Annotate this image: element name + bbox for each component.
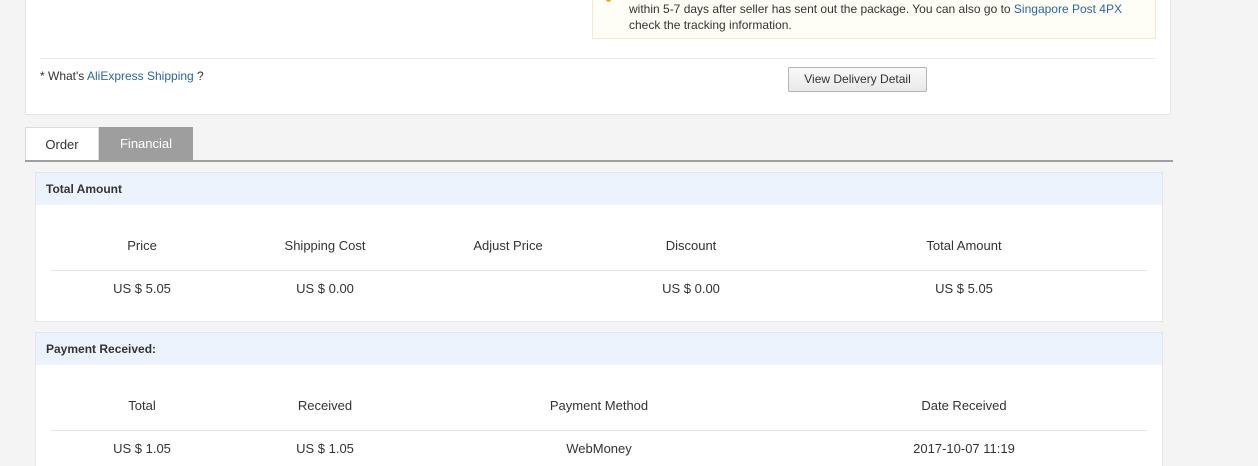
header-payment-method: Payment Method	[549, 398, 649, 413]
header-total: Total	[128, 398, 156, 413]
aliexpress-shipping-link[interactable]: AliExpress Shipping	[87, 69, 194, 83]
value-received: US $ 1.05	[296, 441, 354, 456]
value-total-amount: US $ 5.05	[935, 281, 993, 296]
value-discount: US $ 0.00	[662, 281, 720, 296]
header-price: Price	[127, 238, 157, 253]
view-delivery-detail-button[interactable]: View Delivery Detail	[788, 67, 927, 92]
tabs-underline	[25, 160, 1173, 162]
whats-suffix: ?	[193, 69, 204, 83]
payment-received-panel-title: Payment Received:	[36, 333, 1162, 365]
detail-tabs: Order Financial	[25, 127, 1173, 162]
header-date-received: Date Received	[921, 398, 1007, 413]
header-received: Received	[297, 398, 353, 413]
shipping-divider	[40, 58, 1156, 59]
value-total: US $ 1.05	[113, 441, 171, 456]
total-amount-panel: Total Amount Price Shipping Cost Adjust …	[35, 172, 1163, 322]
table-row-divider	[51, 270, 1147, 271]
tab-order[interactable]: Order	[25, 127, 99, 160]
shipping-info-box: within 5-7 days after seller has sent ou…	[25, 0, 1171, 115]
whats-prefix: * What's	[40, 69, 87, 83]
total-amount-panel-title: Total Amount	[36, 173, 1162, 205]
value-price: US $ 5.05	[113, 281, 171, 296]
payment-received-table: Total Received Payment Method Date Recei…	[51, 365, 1147, 466]
value-payment-method: WebMoney	[566, 441, 632, 456]
payment-received-panel: Payment Received: Total Received Payment…	[35, 332, 1163, 466]
value-date-received: 2017-10-07 11:19	[913, 441, 1015, 456]
header-shipping-cost: Shipping Cost	[284, 238, 366, 253]
notice-line1: within 5-7 days after seller has sent ou…	[629, 2, 1014, 16]
header-adjust-price: Adjust Price	[473, 238, 543, 253]
header-total-amount: Total Amount	[926, 238, 1002, 253]
notice-bullet-icon	[606, 0, 611, 2]
table-row-divider	[51, 430, 1147, 431]
whats-shipping-line: * What's AliExpress Shipping ?	[40, 69, 204, 83]
tab-financial[interactable]: Financial	[99, 127, 193, 160]
shipping-notice-text: within 5-7 days after seller has sent ou…	[629, 1, 1149, 33]
order-detail-page: within 5-7 days after seller has sent ou…	[0, 0, 1258, 466]
header-discount: Discount	[665, 238, 717, 253]
singapore-post-4px-link[interactable]: Singapore Post 4PX	[1014, 2, 1122, 16]
value-shipping-cost: US $ 0.00	[296, 281, 354, 296]
shipping-notice: within 5-7 days after seller has sent ou…	[592, 0, 1156, 39]
total-amount-table: Price Shipping Cost Adjust Price Discoun…	[51, 205, 1147, 321]
notice-line2: check the tracking information.	[629, 18, 792, 32]
